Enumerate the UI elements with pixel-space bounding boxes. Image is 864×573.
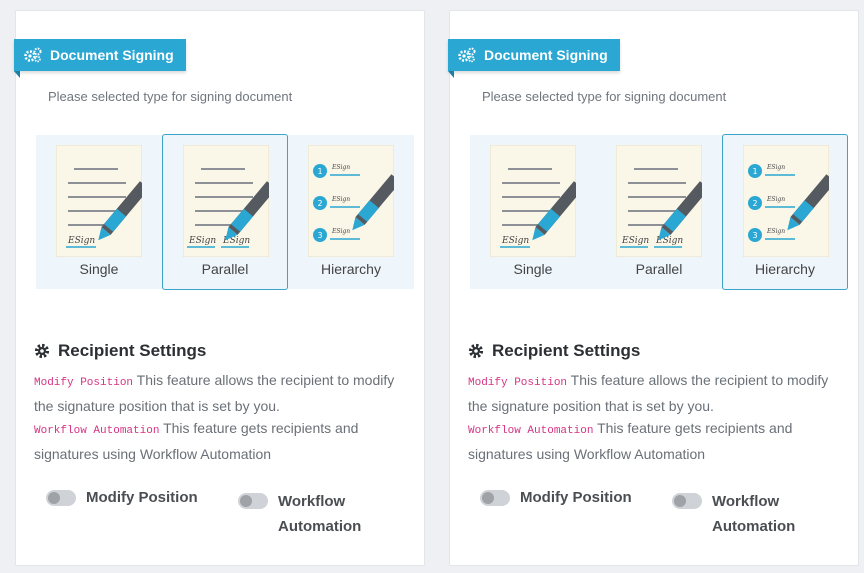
svg-text:ESign: ESign [766,228,785,235]
gear-icon [468,343,484,359]
recipient-settings-title: Recipient Settings [468,341,640,361]
parallel-document-icon: ESign ESign [183,145,269,257]
hierarchy-document-icon: 1 ESign 2 ESign 3 ESign [308,145,394,257]
signing-type-selector: ESign Single ESign ESign Parallel 1 ESig… [470,134,848,290]
modify-position-toggle[interactable]: Modify Position [46,489,198,506]
signature-text-1: ESign [188,236,216,246]
signing-type-selector: ESign Single ESign ESign Parallel 1 ESig… [36,134,414,290]
recipient-settings-label: Recipient Settings [58,341,207,360]
recipient-settings-description: Modify Position This feature allows the … [34,369,414,465]
recipient-settings-description: Modify Position This feature allows the … [468,369,848,465]
workflow-automation-code: Workflow Automation [468,425,594,437]
type-single[interactable]: ESign Single [36,135,162,289]
modify-position-code: Modify Position [468,377,568,389]
gear-icon [34,343,50,359]
svg-text:2: 2 [752,199,757,208]
svg-text:1: 1 [752,167,757,176]
workflow-automation-toggle[interactable]: Workflow Automation [672,489,795,539]
signature-text: ESign [501,236,529,246]
type-single[interactable]: ESign Single [470,135,596,289]
workflow-automation-switch[interactable] [672,493,702,509]
type-label-hierarchy: Hierarchy [321,261,381,277]
signature-text: ESign [67,236,95,246]
type-parallel[interactable]: ESign ESign Parallel [596,135,722,289]
document-signing-header: Document Signing [448,39,620,78]
svg-text:2: 2 [317,199,322,208]
header-title: Document Signing [484,47,608,63]
modify-position-label: Modify Position [520,489,632,506]
svg-text:ESign: ESign [331,228,350,235]
workflow-automation-code: Workflow Automation [34,425,160,437]
type-parallel[interactable]: ESign ESign Parallel [162,134,288,290]
single-document-icon: ESign [490,145,576,257]
modify-position-switch[interactable] [480,490,510,506]
svg-text:3: 3 [752,231,757,240]
workflow-automation-label: Workflow Automation [712,493,796,535]
type-hint: Please selected type for signing documen… [48,89,293,104]
workflow-automation-switch[interactable] [238,493,268,509]
modify-position-toggle[interactable]: Modify Position [480,489,632,506]
workflow-automation-label: Workflow Automation [278,493,362,535]
svg-text:ESign: ESign [331,164,350,171]
cogs-icon [24,47,42,63]
workflow-automation-toggle[interactable]: Workflow Automation [238,489,361,539]
hierarchy-document-icon: 1 ESign 2 ESign 3 ESign [743,145,829,257]
type-hierarchy[interactable]: 1 ESign 2 ESign 3 ESign Hierarchy [722,134,848,290]
type-label-hierarchy: Hierarchy [755,261,815,277]
recipient-settings-label: Recipient Settings [492,341,641,360]
type-hint: Please selected type for signing documen… [482,89,727,104]
signing-panel-2: Document Signing Please selected type fo… [448,10,859,566]
signing-panel-1: Document Signing Please selected type fo… [14,10,425,566]
header-title: Document Signing [50,47,174,63]
svg-text:ESign: ESign [766,196,785,203]
recipient-settings-title: Recipient Settings [34,341,206,361]
signature-text-1: ESign [621,236,649,246]
type-label-single: Single [513,261,553,277]
svg-text:1: 1 [317,167,322,176]
svg-text:ESign: ESign [331,196,350,203]
svg-text:3: 3 [317,231,322,240]
single-document-icon: ESign [56,145,142,257]
cogs-icon [458,47,476,63]
parallel-document-icon: ESign ESign [616,145,702,257]
type-label-parallel: Parallel [635,261,683,277]
modify-position-switch[interactable] [46,490,76,506]
document-signing-header: Document Signing [14,39,186,78]
type-label-parallel: Parallel [201,261,249,277]
svg-text:ESign: ESign [766,164,785,171]
modify-position-label: Modify Position [86,489,198,506]
modify-position-code: Modify Position [34,377,134,389]
type-label-single: Single [79,261,119,277]
type-hierarchy[interactable]: 1 ESign 2 ESign 3 ESign Hierarchy [288,135,414,289]
